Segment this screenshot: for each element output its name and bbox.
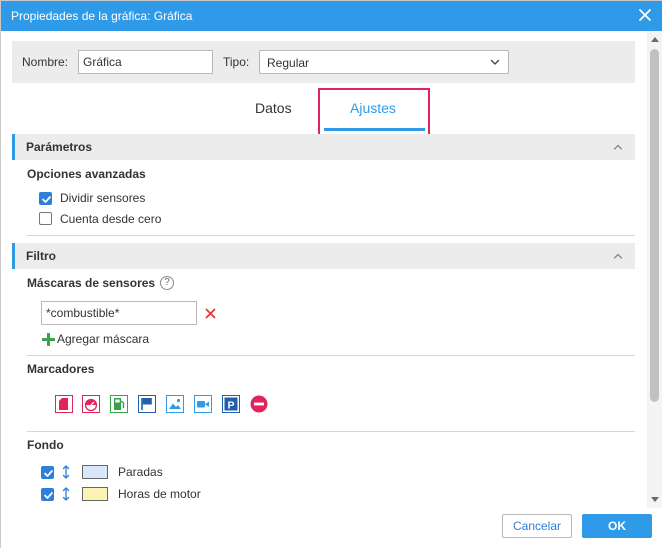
split-sensors-label: Dividir sensores [60, 191, 146, 205]
stops-color-swatch[interactable] [82, 465, 108, 479]
checkmark-icon [44, 492, 53, 499]
sensor-mask-input[interactable] [41, 301, 197, 325]
parking-icon[interactable]: P [222, 395, 240, 413]
count-from-zero-label: Cuenta desde cero [60, 212, 162, 226]
split-sensors-checkbox[interactable] [39, 192, 52, 205]
vertical-arrows-icon[interactable] [62, 465, 70, 479]
flag-icon[interactable] [138, 395, 156, 413]
stops-checkbox[interactable] [41, 466, 54, 479]
type-select-value: Regular [267, 56, 310, 70]
section-title-filtro: Filtro [26, 249, 56, 263]
background-label: Fondo [27, 438, 64, 452]
ok-button[interactable]: OK [582, 514, 652, 538]
tab-datos[interactable]: Datos [255, 100, 292, 116]
scroll-up-arrow-icon[interactable] [651, 37, 659, 42]
name-input[interactable] [78, 50, 213, 74]
cancel-button[interactable]: Cancelar [502, 514, 572, 538]
chevron-down-icon [490, 59, 500, 65]
chevron-up-icon[interactable] [613, 252, 623, 260]
chart-properties-dialog: Propiedades de la gráfica: Gráfica Nombr… [0, 0, 662, 548]
section-header-filtro[interactable]: Filtro [12, 243, 635, 269]
section-title-parametros: Parámetros [26, 140, 93, 154]
video-icon[interactable] [194, 395, 212, 413]
advanced-options-label: Opciones avanzadas [27, 167, 146, 181]
section-header-parametros[interactable]: Parámetros [12, 134, 635, 160]
add-mask-link[interactable]: Agregar máscara [57, 332, 149, 346]
close-icon[interactable] [638, 8, 652, 22]
type-label: Tipo: [223, 55, 250, 69]
scrollbar-thumb[interactable] [650, 49, 659, 402]
fuel-fill-icon[interactable] [55, 395, 73, 413]
engine-hours-color-swatch[interactable] [82, 487, 108, 501]
divider [27, 355, 635, 356]
add-icon[interactable] [42, 333, 55, 346]
type-select[interactable]: Regular [259, 50, 509, 74]
divider [27, 431, 635, 432]
fuel-station-icon[interactable] [110, 395, 128, 413]
vertical-arrows-icon[interactable] [62, 487, 70, 501]
chevron-up-icon[interactable] [613, 143, 623, 151]
divider [27, 235, 635, 236]
name-label: Nombre: [22, 55, 69, 69]
checkmark-icon [44, 470, 53, 477]
vertical-scrollbar[interactable] [647, 31, 662, 508]
scroll-down-arrow-icon[interactable] [651, 497, 659, 502]
engine-hours-label: Horas de motor [118, 487, 201, 501]
help-icon[interactable]: ? [160, 276, 174, 290]
speedometer-icon[interactable] [82, 395, 100, 413]
dialog-title: Propiedades de la gráfica: Gráfica [11, 9, 193, 23]
markers-label: Marcadores [27, 362, 95, 376]
engine-hours-checkbox[interactable] [41, 488, 54, 501]
stops-label: Paradas [118, 465, 163, 479]
checkmark-icon [42, 196, 51, 203]
sensor-masks-label: Máscaras de sensores [27, 276, 156, 290]
count-from-zero-checkbox[interactable] [39, 212, 52, 225]
image-icon[interactable] [166, 395, 184, 413]
dialog-titlebar: Propiedades de la gráfica: Gráfica [1, 1, 662, 31]
svg-text:P: P [227, 399, 234, 411]
delete-mask-icon[interactable] [205, 308, 216, 319]
stop-icon[interactable] [250, 395, 268, 413]
tab-highlight-frame [318, 88, 430, 138]
